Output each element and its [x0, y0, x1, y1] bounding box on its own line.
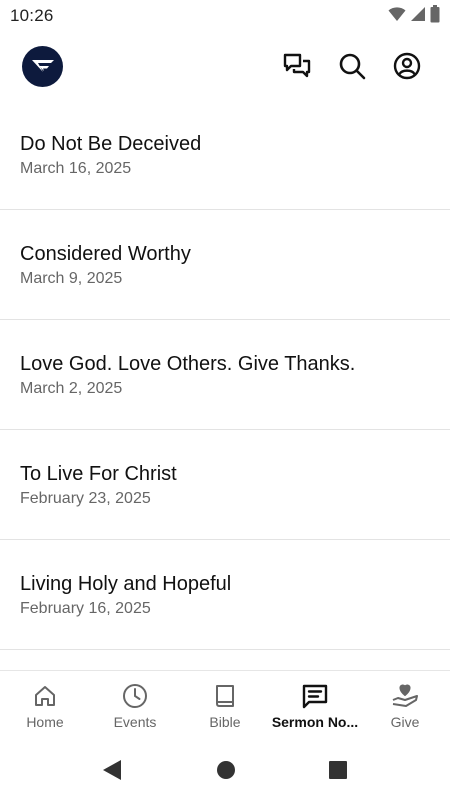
sermon-date: February 16, 2025: [20, 600, 151, 617]
home-circle-icon[interactable]: [216, 759, 236, 786]
nav-label: Give: [390, 714, 420, 730]
recents-icon[interactable]: [328, 759, 348, 786]
sermon-title: Considered Worthy: [20, 243, 191, 265]
account-icon[interactable]: [391, 50, 422, 81]
app-actions: [281, 50, 422, 81]
sermon-list: Do Not Be Deceived March 16, 2025 Consid…: [0, 100, 450, 670]
nav-label: Home: [26, 714, 64, 730]
sermon-date: March 2, 2025: [20, 380, 123, 397]
nav-label: Bible: [209, 714, 241, 730]
sermon-title: Love God. Love Others. Give Thanks.: [20, 353, 356, 375]
status-time: 10:26: [10, 6, 54, 25]
nav-label: Sermon No...: [271, 714, 359, 730]
sermon-item[interactable]: Living Holy and Hopeful February 16, 202…: [0, 540, 450, 650]
battery-icon: [430, 4, 440, 28]
sermon-title: Living Holy and Hopeful: [20, 573, 232, 595]
sermon-date: February 23, 2025: [20, 490, 151, 507]
clock-icon: [121, 682, 149, 710]
nav-item-sermon-notes[interactable]: Sermon No...: [270, 671, 360, 740]
sermon-item[interactable]: Do Not Be Deceived March 16, 2025: [0, 100, 450, 210]
nav-item-bible[interactable]: Bible: [180, 671, 270, 740]
signal-icon: [410, 6, 426, 27]
app-bar: [0, 42, 450, 90]
nav-item-home[interactable]: Home: [0, 671, 90, 740]
nav-item-give[interactable]: Give: [360, 671, 450, 740]
sermon-title: To Live For Christ: [20, 463, 177, 485]
sermon-item[interactable]: Considered Worthy March 9, 2025: [0, 210, 450, 320]
status-icons: [388, 4, 440, 28]
sermon-date: March 9, 2025: [20, 270, 123, 287]
church-logo[interactable]: [22, 46, 63, 87]
sermon-title: Do Not Be Deceived: [20, 133, 202, 155]
bottom-nav: Home Events Bible Sermon No... Give: [0, 670, 450, 740]
wifi-icon: [388, 6, 406, 27]
system-nav: [0, 740, 450, 800]
chat-icon[interactable]: [281, 50, 312, 81]
nav-label: Events: [113, 714, 157, 730]
home-icon: [31, 682, 59, 710]
search-icon[interactable]: [336, 50, 367, 81]
sermon-item[interactable]: To Live For Christ February 23, 2025: [0, 430, 450, 540]
book-icon: [211, 682, 239, 710]
status-bar: 10:26: [0, 0, 450, 32]
notes-icon: [301, 682, 329, 710]
nav-item-events[interactable]: Events: [90, 671, 180, 740]
back-icon[interactable]: [102, 759, 122, 786]
sermon-date: March 16, 2025: [20, 160, 132, 177]
sermon-item[interactable]: Love God. Love Others. Give Thanks. Marc…: [0, 320, 450, 430]
sermon-item-partial[interactable]: [0, 650, 450, 670]
give-icon: [391, 682, 419, 710]
